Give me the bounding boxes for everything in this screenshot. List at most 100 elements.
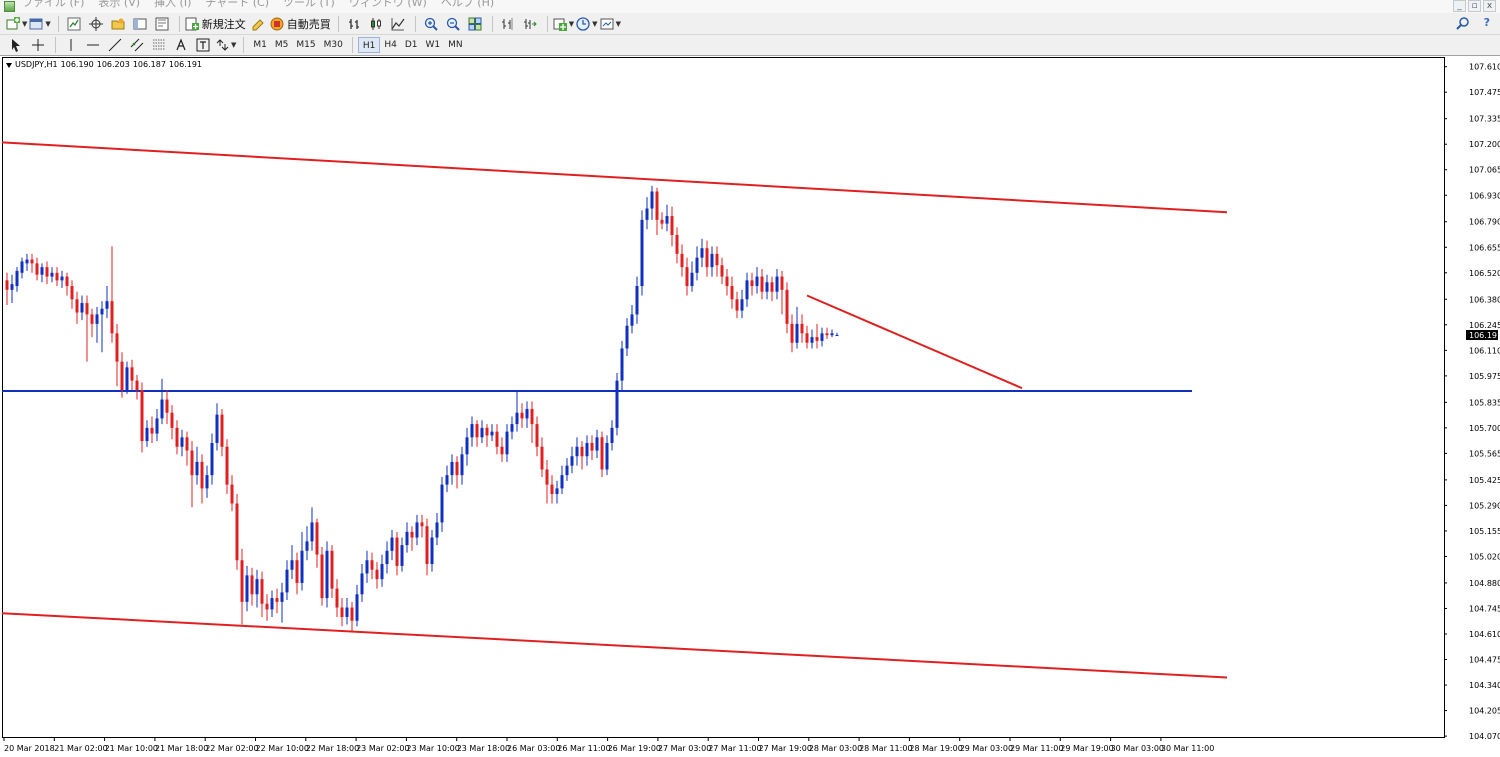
fibonacci-button[interactable]: [149, 36, 169, 54]
horizontal-line-button[interactable]: [83, 36, 103, 54]
terminal-icon: [133, 18, 147, 29]
zoom-in-button[interactable]: [421, 15, 441, 33]
timeframe-m5[interactable]: M5: [271, 37, 293, 53]
text-label-button[interactable]: [193, 36, 213, 54]
bar-chart-button[interactable]: [344, 15, 364, 33]
minimize-button[interactable]: _: [1453, 0, 1466, 12]
market-watch-button[interactable]: [64, 15, 84, 33]
restore-button[interactable]: ▫: [1468, 0, 1481, 12]
candle-body: [805, 333, 809, 343]
text-button[interactable]: [171, 36, 191, 54]
data-window-button[interactable]: [86, 15, 106, 33]
zoom-out-button[interactable]: [443, 15, 463, 33]
zoom-out-icon: [446, 17, 460, 31]
candle-body: [265, 603, 269, 610]
text-a-icon: [176, 38, 186, 51]
candle-body: [565, 465, 569, 476]
menu-item-1[interactable]: 表示 (V): [98, 0, 140, 10]
timeframe-mn[interactable]: MN: [444, 37, 467, 53]
terminal-button[interactable]: [130, 15, 150, 33]
price-tick-label: 105.020: [1469, 552, 1500, 561]
candle-body: [415, 522, 419, 538]
menu-item-3[interactable]: チャート (C): [205, 0, 269, 10]
candle-body: [450, 461, 454, 476]
candle-body: [15, 270, 19, 287]
cursor-button[interactable]: [6, 36, 26, 54]
timeframe-m1[interactable]: M1: [249, 37, 271, 53]
close-button[interactable]: x: [1483, 0, 1496, 12]
chart-frame: [2, 57, 1445, 738]
timeframe-h1[interactable]: H1: [357, 37, 381, 53]
search-icon[interactable]: [1456, 16, 1470, 30]
tile-windows-button[interactable]: [465, 15, 485, 33]
timeframe-h4[interactable]: H4: [380, 37, 401, 53]
menu-item-0[interactable]: ファイル (F): [22, 0, 84, 10]
candle-body: [540, 446, 544, 470]
new-chart-button[interactable]: ▼: [6, 15, 27, 33]
candle-body: [435, 522, 439, 538]
chart-shift-button[interactable]: [498, 15, 518, 33]
candle-body: [340, 607, 344, 617]
crosshair-button[interactable]: [28, 36, 48, 54]
templates-button[interactable]: ▼: [600, 15, 621, 33]
candle-body: [670, 216, 674, 235]
menu-item-5[interactable]: ウィンドウ (W): [349, 0, 427, 10]
timeframe-w1[interactable]: W1: [421, 37, 444, 53]
candlestick-button[interactable]: [366, 15, 386, 33]
window-controls: _ ▫ x: [1453, 0, 1496, 12]
periods-button[interactable]: ▼: [576, 15, 598, 33]
vertical-line-button[interactable]: [61, 36, 81, 54]
candle-body: [395, 537, 399, 566]
time-tick-label: 21 Mar 18:00: [155, 744, 208, 753]
candle-body: [55, 272, 59, 281]
metaeditor-button[interactable]: [248, 15, 268, 33]
candle-body: [120, 361, 124, 391]
candle-body: [20, 261, 24, 273]
candle-body: [430, 537, 434, 565]
text-label-icon: [196, 38, 210, 52]
trendline-button[interactable]: [105, 36, 125, 54]
equidistant-channel-button[interactable]: [127, 36, 147, 54]
candle-body: [300, 550, 304, 583]
candle-body: [125, 367, 129, 391]
candle-body: [75, 299, 79, 313]
time-tick-label: 28 Mar 11:00: [859, 744, 912, 753]
candle-body: [515, 412, 519, 425]
candle-body: [695, 257, 699, 273]
timeframe-m30[interactable]: M30: [320, 37, 347, 53]
price-chart[interactable]: 107.610 107.475 107.335 107.200 107.065 106.9…: [0, 57, 1500, 757]
price-tick-label: 107.200: [1469, 140, 1500, 149]
price-tick-label: 106.930: [1469, 191, 1500, 200]
indicators-button[interactable]: ▼: [553, 15, 574, 33]
menu-item-4[interactable]: ツール (T): [283, 0, 335, 10]
candle-body: [285, 569, 289, 593]
navigator-button[interactable]: [108, 15, 128, 33]
toolbar-separator: [351, 37, 353, 53]
chart-area[interactable]: 107.610 107.475 107.335 107.200 107.065 106.9…: [0, 57, 1500, 757]
candle-body: [195, 461, 199, 476]
help-icon[interactable]: ?: [1484, 16, 1490, 29]
menu-item-2[interactable]: 挿入 (I): [154, 0, 191, 10]
candle-body: [295, 560, 299, 583]
candle-body: [60, 276, 64, 281]
candle-body: [220, 414, 224, 447]
candle-body: [800, 323, 804, 334]
timeframe-m15[interactable]: M15: [292, 37, 319, 53]
candle-body: [420, 522, 424, 527]
candle-body: [440, 484, 444, 523]
timeframe-d1[interactable]: D1: [401, 37, 422, 53]
profiles-button[interactable]: ▼: [29, 15, 51, 33]
candle-body: [680, 253, 684, 268]
candle-body: [790, 323, 794, 343]
menu-item-6[interactable]: ヘルプ (H): [441, 0, 494, 10]
candle-body: [740, 299, 744, 311]
arrows-button[interactable]: ▼: [215, 36, 236, 54]
candle-body: [650, 191, 654, 209]
horizontal-line-icon: [87, 44, 99, 46]
templates-icon: [600, 18, 614, 29]
auto-scroll-button[interactable]: [520, 15, 540, 33]
auto-trading-button[interactable]: 自動売買: [270, 15, 331, 33]
line-chart-button[interactable]: [388, 15, 408, 33]
new-order-button[interactable]: 新規注文: [185, 15, 246, 33]
strategy-tester-button[interactable]: [152, 15, 172, 33]
